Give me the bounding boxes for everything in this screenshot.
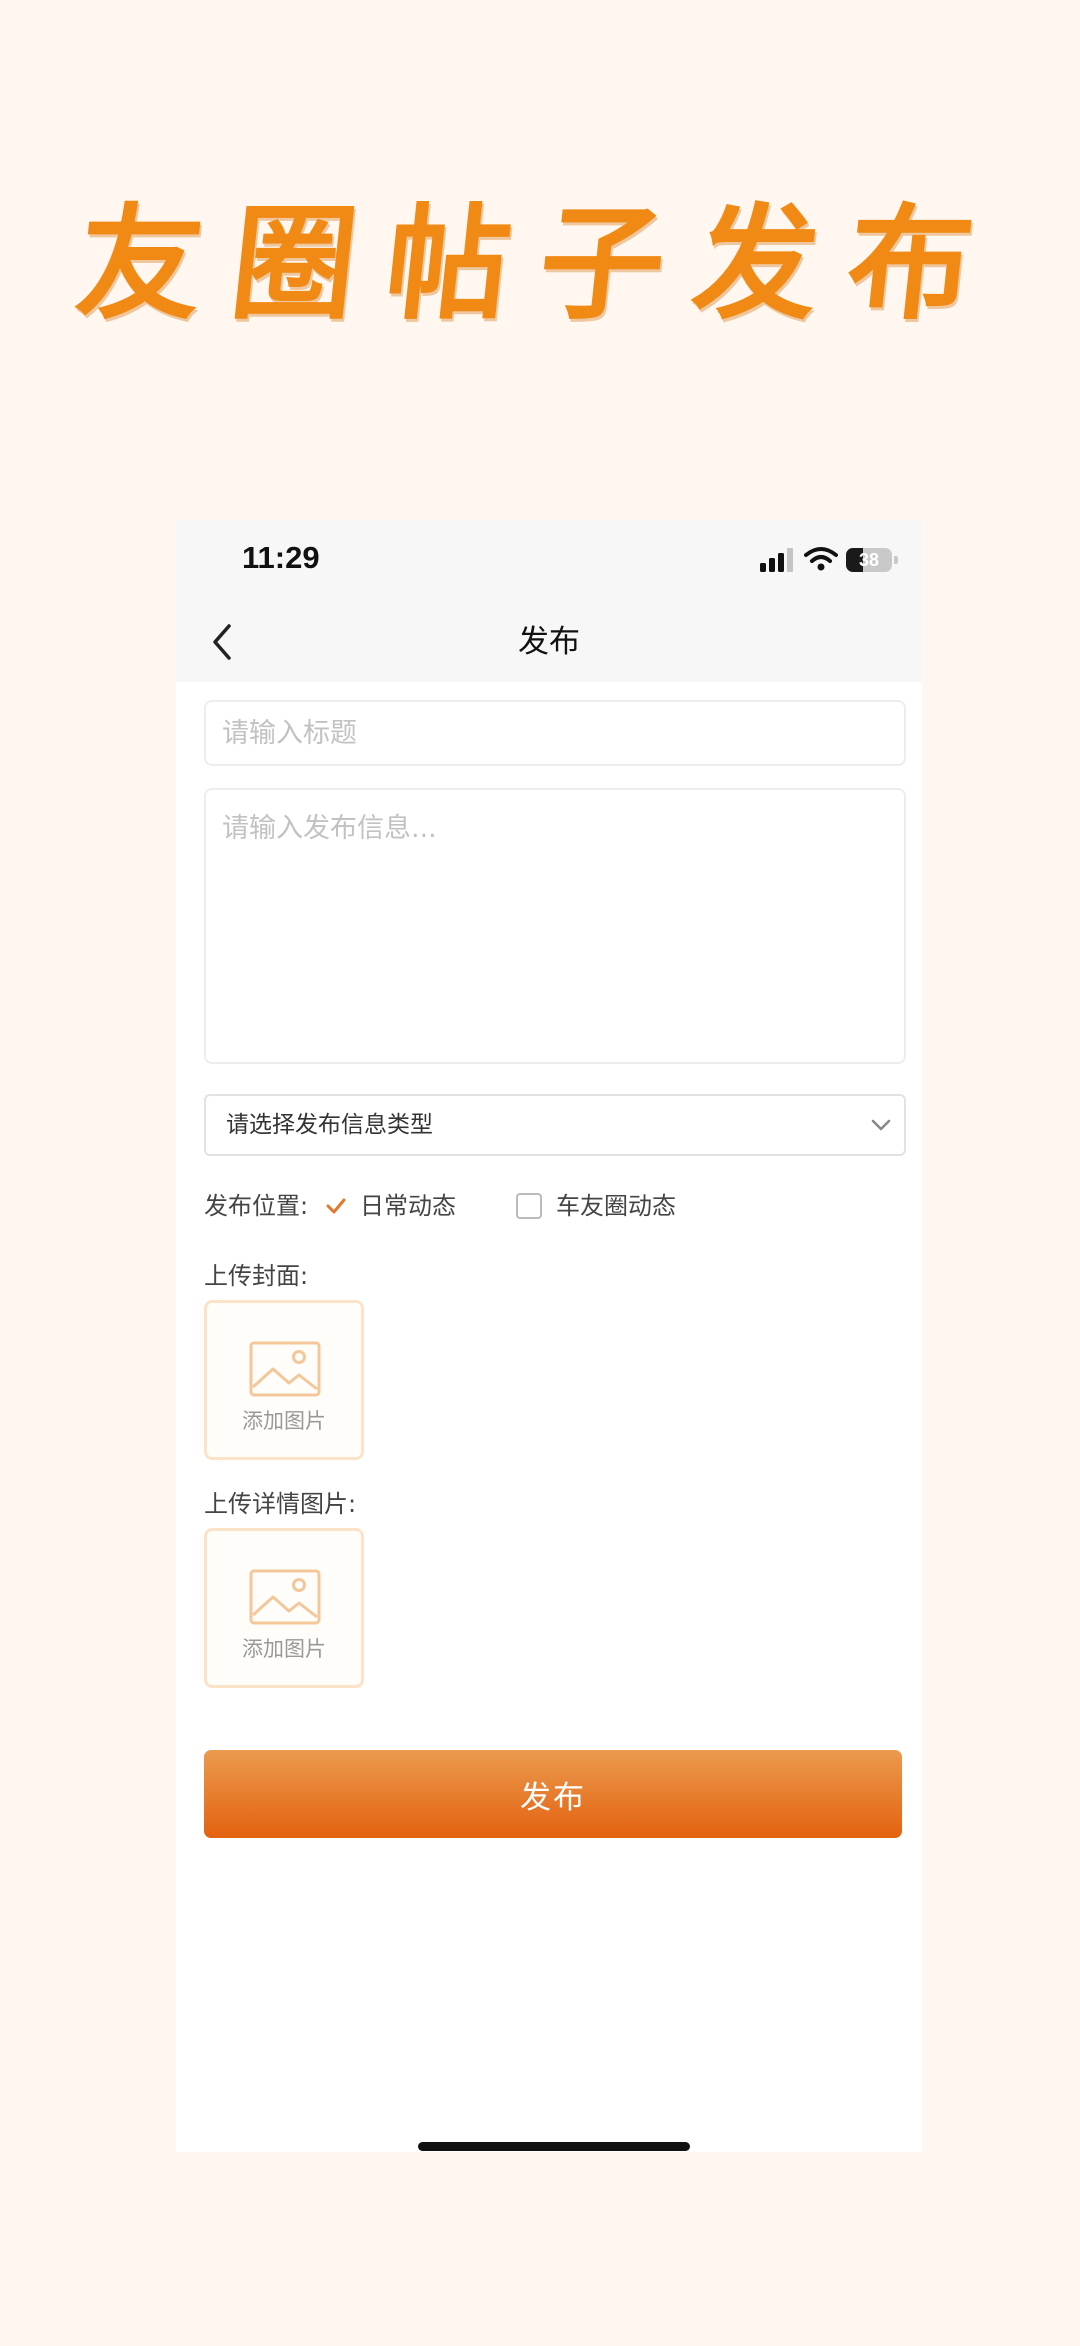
nav-bar: 发布 [176,602,922,682]
detail-images-upload-button[interactable]: 添加图片 [204,1528,364,1688]
detail-images-upload-label: 上传详情图片: [204,1490,357,1518]
banner-title: 友圈帖子发布 [70,192,1010,337]
status-bar: 11:29 38 [176,520,922,602]
checkbox-icon [516,1193,542,1219]
image-placeholder-icon [249,1569,321,1625]
status-time: 11:29 [242,540,320,575]
publish-button[interactable]: 发布 [204,1750,902,1838]
cover-upload-label: 上传封面: [204,1262,309,1290]
signal-bars-icon [760,548,793,572]
info-type-select-value: 请选择发布信息类型 [226,1112,433,1138]
option-daily-feed-label: 日常动态 [360,1192,456,1220]
detail-images-upload-text: 添加图片 [242,1637,326,1661]
title-input[interactable] [204,700,906,766]
chevron-down-icon [871,1119,891,1131]
chevron-left-icon [213,624,231,660]
option-car-club-feed-label: 车友圈动态 [556,1192,676,1220]
publish-location-label: 发布位置: [204,1192,309,1220]
page-title: 发布 [518,624,580,660]
publish-location-row: 发布位置: 日常动态 车友圈动态 [204,1186,906,1226]
battery-level: 38 [858,550,880,570]
cover-upload-button[interactable]: 添加图片 [204,1300,364,1460]
back-button[interactable] [196,616,248,668]
home-indicator[interactable] [418,2142,690,2151]
battery-icon: 38 [846,548,898,572]
content-textarea[interactable] [204,788,906,1064]
image-placeholder-icon [249,1341,321,1397]
option-car-club-feed[interactable]: 车友圈动态 [516,1186,716,1226]
info-type-select[interactable]: 请选择发布信息类型 [204,1094,906,1156]
wifi-icon [804,547,838,571]
option-daily-feed[interactable]: 日常动态 [324,1186,474,1226]
check-icon [326,1198,346,1214]
cover-upload-text: 添加图片 [242,1409,326,1433]
phone-screen: 11:29 38 发布 请选择发布 [176,520,922,2152]
